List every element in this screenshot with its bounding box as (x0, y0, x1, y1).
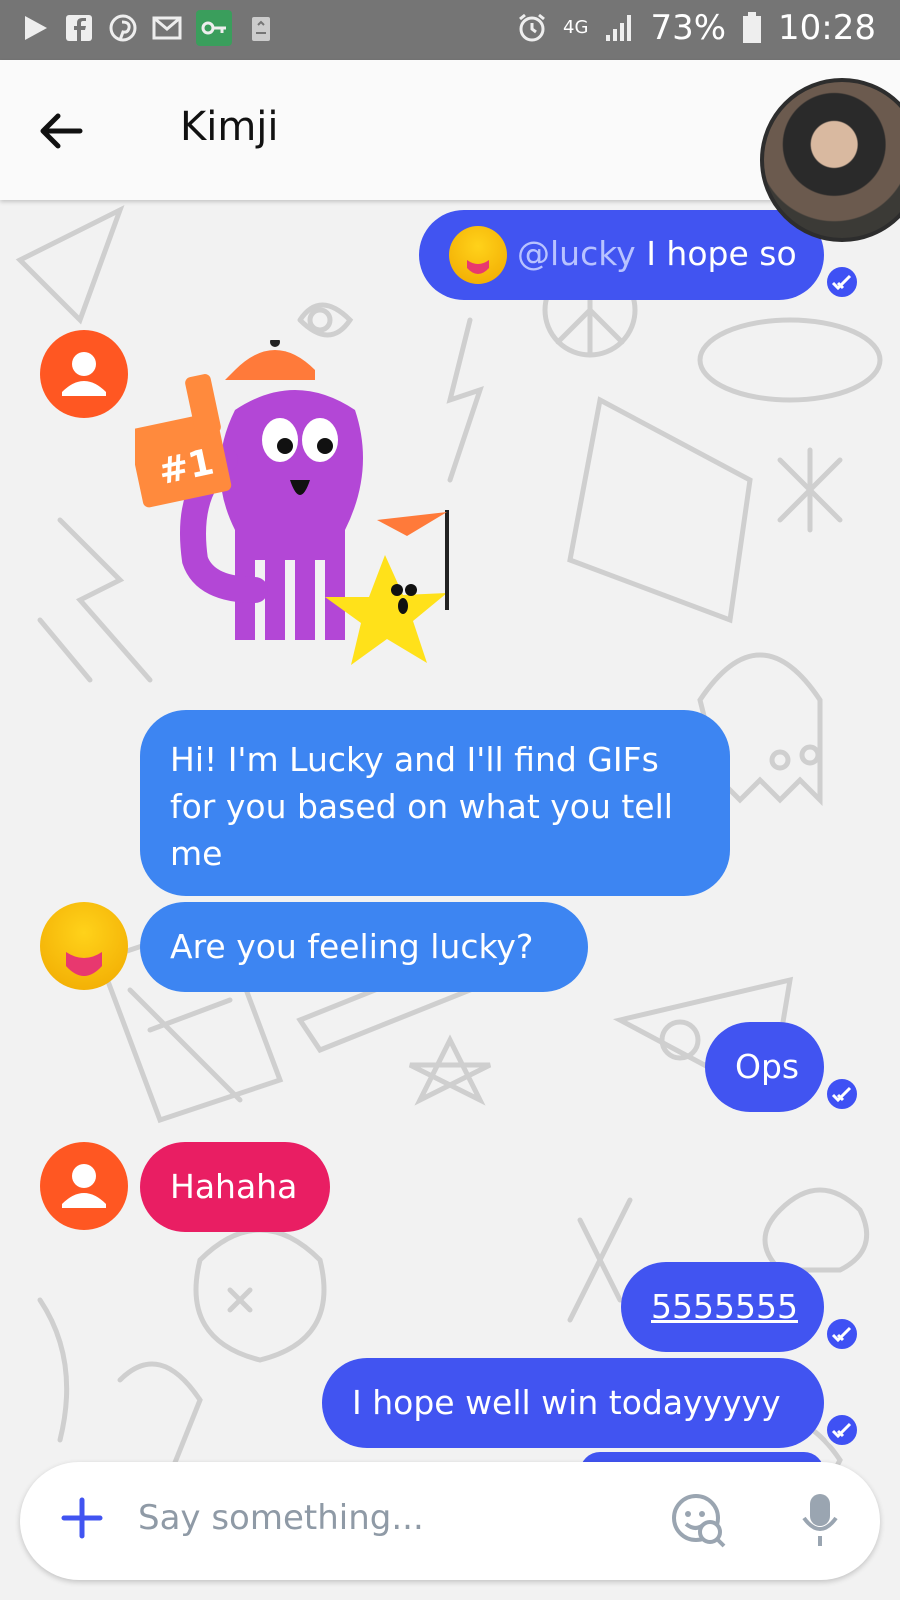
read-receipt-icon (824, 1076, 860, 1112)
notification-icons (20, 10, 276, 46)
message-text: I hope well win todayyyyy (352, 1383, 781, 1422)
sticker-search-icon[interactable] (670, 1492, 726, 1548)
message-input[interactable]: Say something... (138, 1498, 424, 1538)
lucky-bot-avatar-icon[interactable] (40, 902, 128, 990)
mail-icon (152, 13, 182, 43)
network-type: 4G (563, 17, 589, 38)
recycle-icon (246, 13, 276, 43)
phone-number-link[interactable]: 5555555 (651, 1287, 798, 1326)
status-bar: 4G 73% 10:28 (0, 0, 900, 60)
microphone-icon[interactable] (800, 1490, 840, 1550)
message-bubble-incoming[interactable]: Hi! I'm Lucky and I'll find GIFs for you… (140, 710, 730, 896)
mention-text[interactable]: @lucky (517, 234, 636, 273)
alarm-icon (519, 13, 545, 42)
message-bubble-outgoing[interactable]: 5555555 (621, 1262, 824, 1352)
clock: 10:28 (778, 8, 876, 48)
octopus-sticker[interactable]: #1 (135, 340, 465, 670)
key-icon (196, 10, 232, 46)
message-text: Hi! I'm Lucky and I'll find GIFs for you… (170, 740, 673, 873)
contact-avatar-icon[interactable] (40, 330, 128, 418)
message-text: Are you feeling lucky? (170, 927, 534, 966)
message-bubble-incoming[interactable]: Hahaha (140, 1142, 330, 1232)
pinterest-icon (108, 13, 138, 43)
play-icon (20, 13, 50, 43)
lucky-avatar-icon (449, 226, 507, 284)
signal-icon (606, 15, 632, 41)
read-receipt-icon (824, 1316, 860, 1352)
battery-percent: 73% (650, 8, 727, 48)
contact-avatar-icon[interactable] (40, 1142, 128, 1230)
message-bubble-outgoing[interactable]: I hope well win todayyyyy (322, 1358, 824, 1448)
message-bubble-incoming[interactable]: Are you feeling lucky? (140, 902, 588, 992)
message-bubble-outgoing[interactable]: Ops (705, 1022, 824, 1112)
read-receipt-icon (824, 264, 860, 300)
battery-icon (743, 12, 762, 43)
back-arrow-icon[interactable] (36, 106, 86, 156)
facebook-icon (64, 13, 94, 43)
read-receipt-icon (824, 1412, 860, 1448)
message-text: Hahaha (170, 1167, 298, 1206)
conversation-title[interactable]: Kimji (180, 104, 279, 150)
compose-bar: Say something... (20, 1462, 880, 1580)
system-status: 4G 73% 10:28 (517, 8, 876, 48)
message-text: Ops (735, 1047, 800, 1086)
add-attachment-icon[interactable] (60, 1496, 104, 1540)
message-text: I hope so (646, 234, 797, 273)
